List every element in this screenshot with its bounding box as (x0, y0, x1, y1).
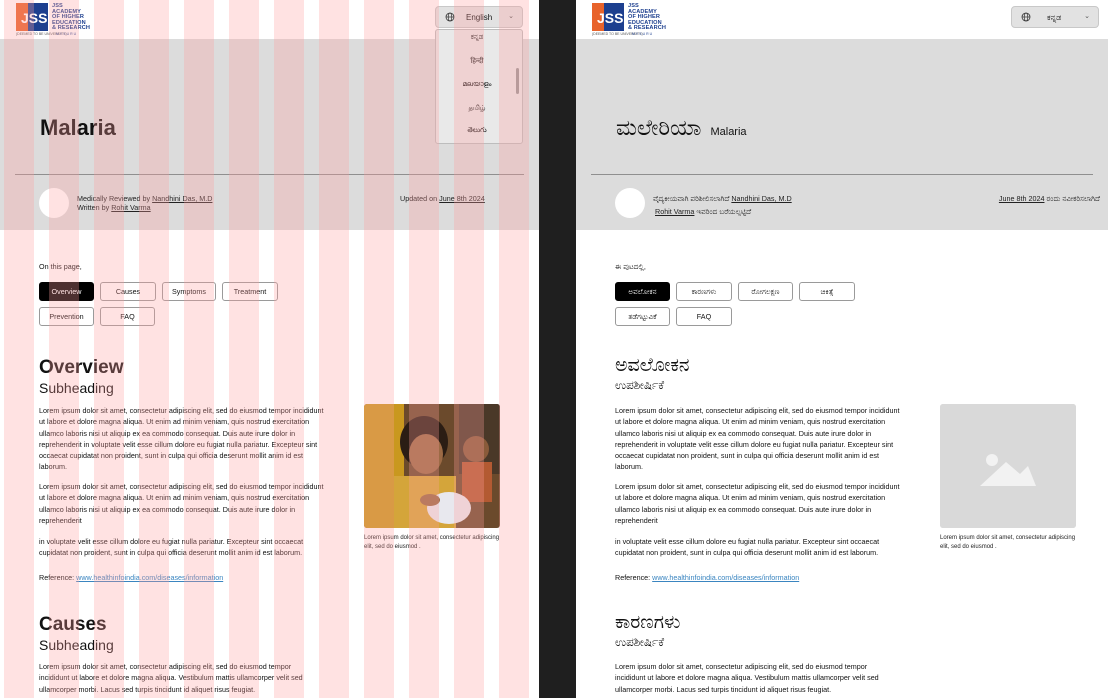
tab-symptoms[interactable]: ರೋಗಲಕ್ಷಣ (738, 282, 793, 301)
logo-name: JSS ACADEMY OF HIGHER EDUCATION & RESEAR… (628, 3, 666, 32)
logo-initials: JSS (597, 10, 623, 26)
hero-section: ಮಲೇರಿಯಾ Malaria ವೈದ್ಯಕೀಯವಾಗಿ ಪರಿಶೀಲಿಸಲಾಗ… (576, 39, 1108, 230)
causes-subheading: ಉಪಶೀರ್ಷಿಕೆ (615, 635, 665, 649)
english-page-panel: JSS JSS ACADEMY OF HIGHER EDUCATION & RE… (0, 0, 539, 698)
dropdown-scrollbar[interactable] (516, 68, 519, 94)
tab-causes[interactable]: ಕಾರಣಗಳು (676, 282, 732, 301)
panel-divider (539, 0, 576, 698)
image-placeholder-icon (940, 404, 1076, 528)
causes-heading: ಕಾರಣಗಳು (615, 612, 681, 633)
hero-divider (15, 174, 524, 175)
causes-subheading: Subheading (39, 637, 114, 653)
photo-caption: Lorem ipsum dolor sit amet, consectetur … (364, 535, 500, 550)
overview-paragraph-1: Lorem ipsum dolor sit amet, consectetur … (39, 406, 324, 472)
reviewed-by-prefix: ವೈದ್ಯಕೀಯವಾಗಿ ಪರಿಶೀಲಿಸಲಾಗಿದೆ (653, 194, 730, 203)
page-title: Malaria (40, 115, 116, 140)
reference-line: Reference: www.healthinfoindia.com/disea… (39, 573, 223, 582)
globe-icon (445, 12, 455, 22)
page-title-kannada: ಮಲೇರಿಯಾ (616, 115, 702, 140)
updated-on-suffix: ರಂದು ನವೀಕರಿಸಲಾಗಿದೆ (1046, 194, 1100, 203)
reference-line: Reference: www.healthinfoindia.com/disea… (615, 573, 799, 582)
overview-paragraph-3: in voluptate velit esse cillum dolore eu… (39, 537, 304, 558)
reviewer-link[interactable]: Nandhini Das, M.D (152, 194, 212, 203)
overview-heading: ಅವಲೋಕನ (615, 355, 690, 376)
reviewed-by-prefix: Medically Reviewed by (77, 194, 151, 203)
logo-city: MYSURU (632, 32, 654, 36)
updated-on-line: Updated on June 8th 2024 (400, 194, 485, 203)
updated-date-link[interactable]: June 8th 2024 (999, 194, 1045, 203)
language-option[interactable]: தமிழ் (436, 104, 518, 113)
updated-on-prefix: Updated on (400, 194, 438, 203)
tab-faq[interactable]: FAQ (100, 307, 155, 326)
written-by-suffix: ಇವರಿಂದ ಬರೆಯಲ್ಪಟ್ಟಿದೆ (696, 207, 752, 216)
language-option[interactable]: മലയാളം (436, 81, 518, 89)
tab-prevention[interactable]: Prevention (39, 307, 94, 326)
overview-paragraph-1: Lorem ipsum dolor sit amet, consectetur … (615, 406, 900, 472)
hero-divider (591, 174, 1093, 175)
on-this-page-label: On this page, (39, 262, 82, 271)
chevron-down-icon: ⌄ (508, 13, 514, 20)
reviewer-avatar (615, 188, 645, 218)
overview-photo (364, 404, 500, 528)
tab-treatment[interactable]: ಚಿಕಿತ್ಸೆ (799, 282, 855, 301)
page-title-english: Malaria (710, 126, 747, 138)
overview-paragraph-3: in voluptate velit esse cillum dolore eu… (615, 537, 880, 558)
writer-link[interactable]: Rohit Varma (111, 203, 150, 212)
causes-paragraph: Lorem ipsum dolor sit amet, consectetur … (39, 662, 303, 694)
language-select[interactable]: ಕನ್ನಡ ⌄ (1011, 6, 1099, 28)
language-select[interactable]: English ⌄ (435, 6, 523, 28)
jss-logo-mark: JSS (592, 3, 624, 31)
reference-link[interactable]: www.healthinfoindia.com/diseases/informa… (652, 573, 799, 582)
globe-icon (1021, 12, 1031, 22)
kannada-page-panel: JSS JSS ACADEMY OF HIGHER EDUCATION & RE… (576, 0, 1108, 698)
updated-date-link[interactable]: June 8th 2024 (439, 194, 485, 203)
writer-link[interactable]: Rohit Varma (655, 207, 694, 216)
overview-heading: Overview (39, 357, 124, 378)
photo-caption: Lorem ipsum dolor sit amet, consectetur … (940, 535, 1076, 550)
reviewed-by-line: ವೈದ್ಯಕೀಯವಾಗಿ ಪರಿಶೀಲಿಸಲಾಗಿದೆ Nandhini Das… (653, 194, 792, 204)
overview-paragraph-2: Lorem ipsum dolor sit amet, consectetur … (39, 482, 324, 525)
reviewer-avatar (39, 188, 69, 218)
language-option[interactable]: हिन्दी (436, 57, 518, 66)
language-option[interactable]: ಕನ್ನಡ (436, 34, 518, 42)
logo-initials: JSS (21, 10, 47, 26)
reference-label: Reference: (39, 573, 75, 582)
overview-subheading: ಉಪಶೀರ್ಷಿಕೆ (615, 378, 665, 392)
language-dropdown-menu: ಕನ್ನಡ हिन्दी മലയാളം தமிழ் తెలుగు (435, 29, 523, 144)
reference-label: Reference: (615, 573, 651, 582)
on-this-page-label: ಈ ಪುಟದಲ್ಲಿ, (615, 262, 646, 271)
child-blood-test-photo (364, 404, 500, 528)
jss-logo[interactable]: JSS JSS ACADEMY OF HIGHER EDUCATION & RE… (16, 3, 96, 36)
jss-logo[interactable]: JSS JSS ACADEMY OF HIGHER EDUCATION & RE… (592, 3, 672, 36)
image-placeholder (940, 404, 1076, 528)
tab-overview[interactable]: Overview (39, 282, 94, 301)
tab-symptoms[interactable]: Symptoms (162, 282, 216, 301)
tab-faq[interactable]: FAQ (676, 307, 732, 326)
overview-subheading: Subheading (39, 380, 114, 396)
reviewer-link[interactable]: Nandhini Das, M.D (731, 194, 791, 203)
logo-name: JSS ACADEMY OF HIGHER EDUCATION & RESEAR… (52, 3, 90, 32)
written-by-line: Written by Rohit Varma (77, 203, 151, 212)
overview-paragraph-2: Lorem ipsum dolor sit amet, consectetur … (615, 482, 900, 525)
language-option[interactable]: తెలుగు (436, 127, 518, 136)
written-by-line: Rohit Varma ಇವರಿಂದ ಬರೆಯಲ್ಪಟ್ಟಿದೆ (655, 207, 751, 217)
tab-causes[interactable]: Causes (100, 282, 156, 301)
language-select-value: ಕನ್ನಡ (1047, 13, 1062, 22)
causes-heading: Causes (39, 614, 107, 635)
written-by-prefix: Written by (77, 203, 110, 212)
tab-overview[interactable]: ಅವಲೋಕನ (615, 282, 670, 301)
tab-prevention[interactable]: ತಡೆಗಟ್ಟುವಿಕೆ (615, 307, 670, 326)
causes-paragraph: Lorem ipsum dolor sit amet, consectetur … (615, 662, 879, 694)
jss-logo-mark: JSS (16, 3, 48, 31)
page-title: ಮಲೇರಿಯಾ Malaria (616, 115, 747, 141)
reference-link[interactable]: www.healthinfoindia.com/diseases/informa… (76, 573, 223, 582)
chevron-down-icon: ⌄ (1084, 13, 1090, 20)
reviewed-by-line: Medically Reviewed by Nandhini Das, M.D (77, 194, 212, 203)
updated-on-line: June 8th 2024 ರಂದು ನವೀಕರಿಸಲಾಗಿದೆ (999, 194, 1100, 204)
tab-treatment[interactable]: Treatment (222, 282, 278, 301)
language-select-value: English (466, 13, 493, 22)
logo-city: MYSURU (56, 32, 78, 36)
